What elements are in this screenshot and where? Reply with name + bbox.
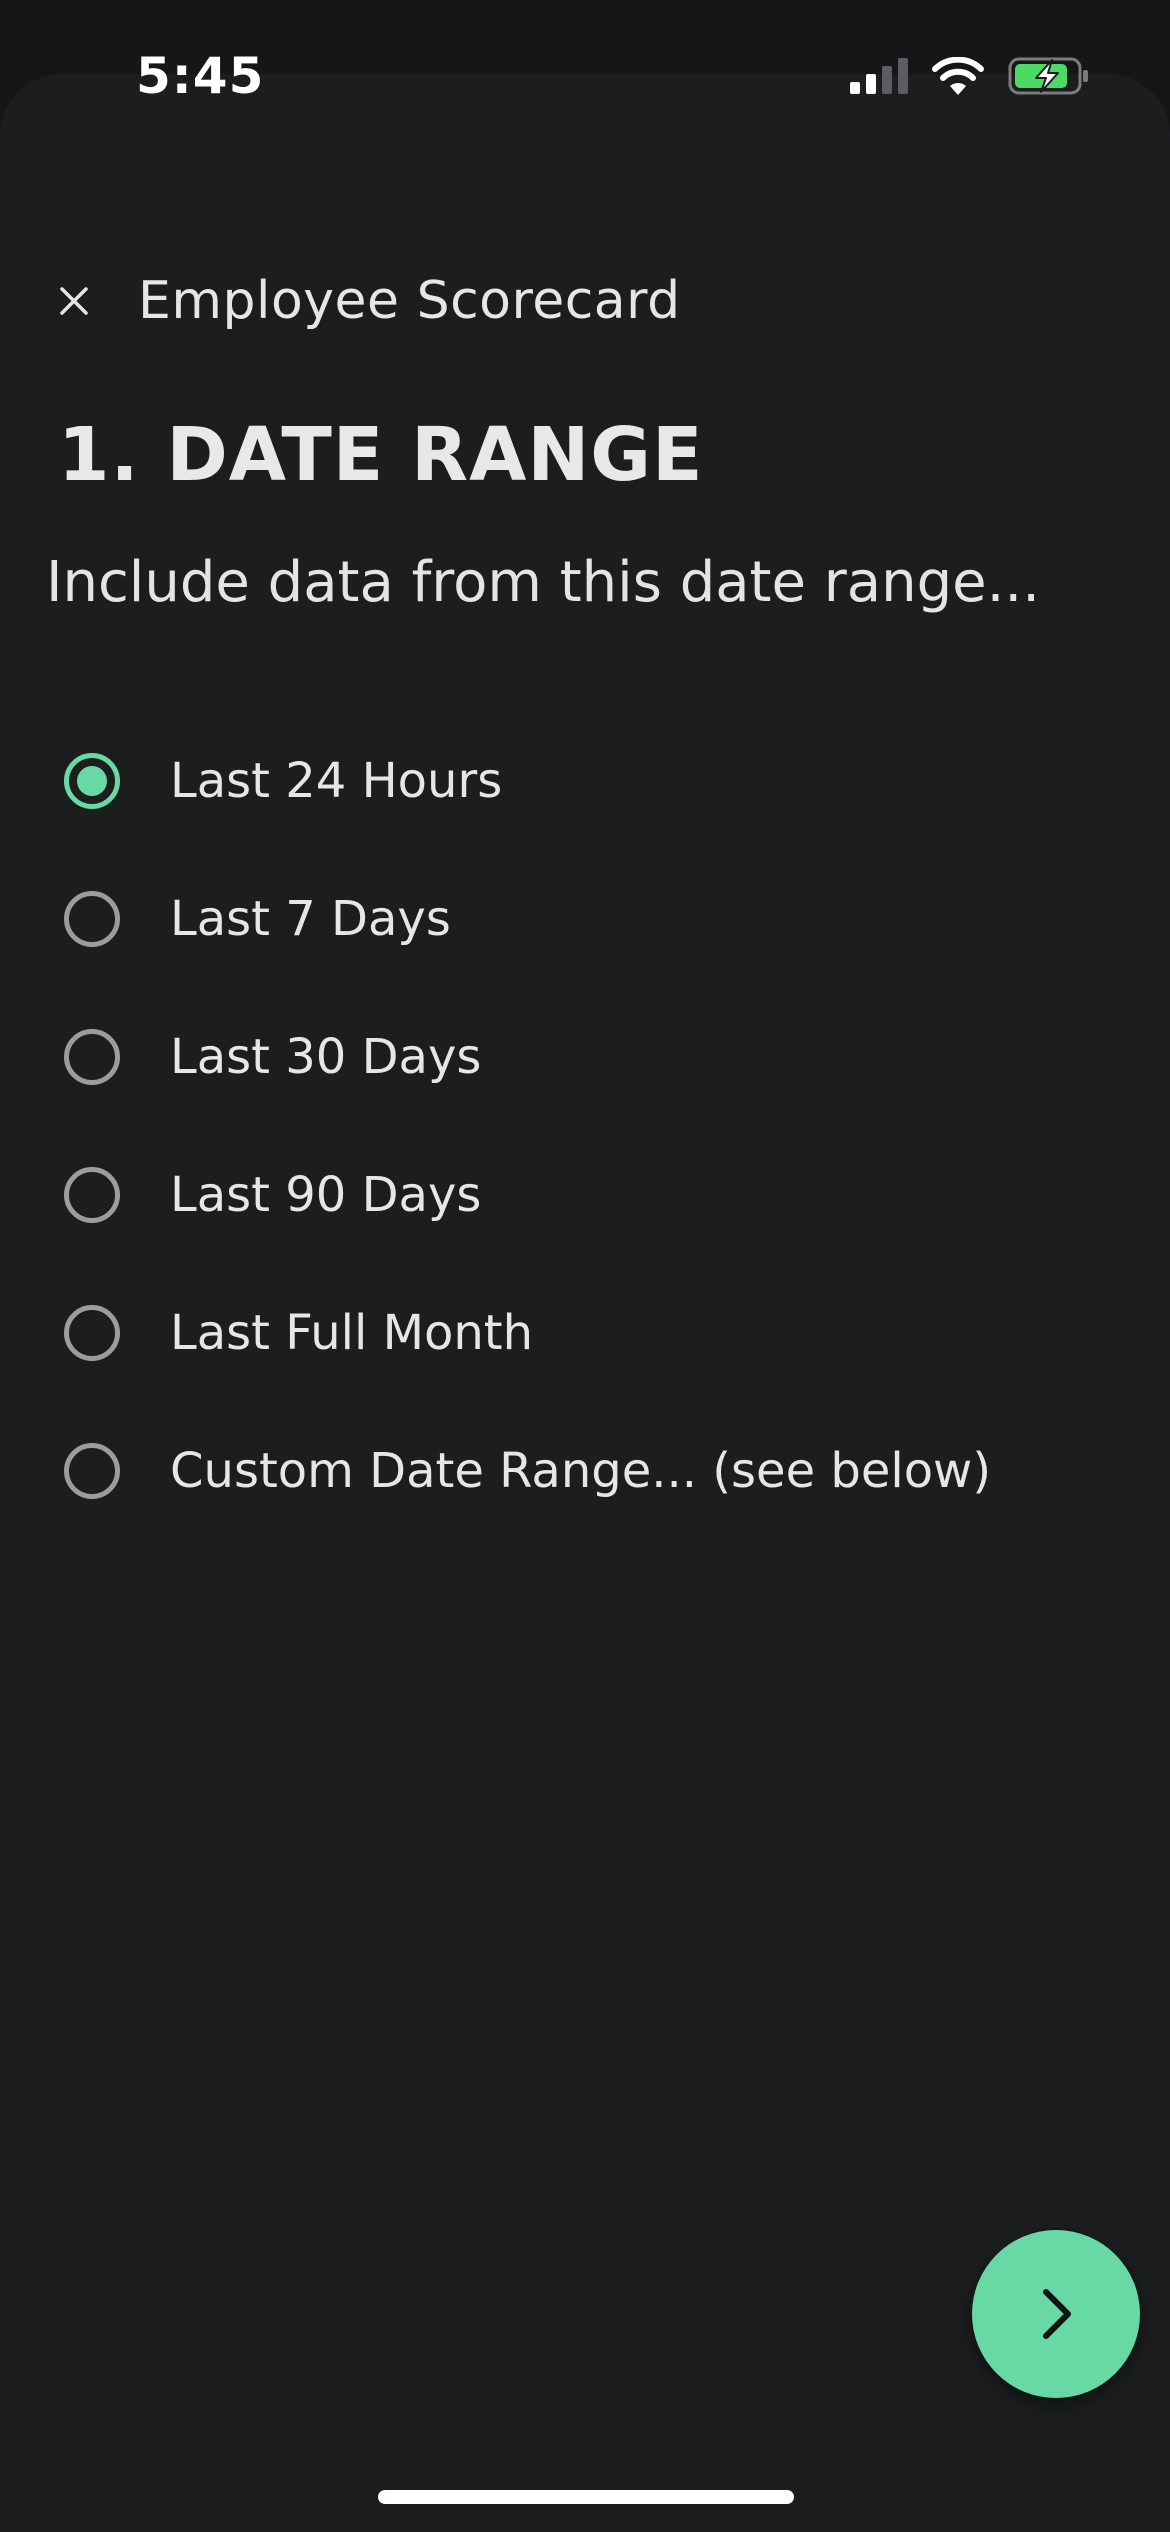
option-label: Custom Date Range... (see below) xyxy=(170,1443,992,1499)
radio-button[interactable] xyxy=(64,1167,120,1223)
section-title: 1. DATE RANGE xyxy=(58,412,704,498)
option-last-full-month[interactable]: Last Full Month xyxy=(64,1264,1114,1402)
wifi-icon xyxy=(932,57,984,95)
header: Employee Scorecard xyxy=(52,266,681,336)
option-label: Last 90 Days xyxy=(170,1167,482,1223)
close-button[interactable] xyxy=(52,279,96,323)
option-label: Last Full Month xyxy=(170,1305,534,1361)
date-range-options: Last 24 Hours Last 7 Days Last 30 Days L… xyxy=(64,712,1114,1540)
section-subtitle: Include data from this date range... xyxy=(46,550,1040,615)
radio-button[interactable] xyxy=(64,753,120,809)
header-title: Employee Scorecard xyxy=(138,271,681,331)
radio-button[interactable] xyxy=(64,1305,120,1361)
option-last-24-hours[interactable]: Last 24 Hours xyxy=(64,712,1114,850)
cellular-signal-icon xyxy=(850,58,908,94)
option-label: Last 30 Days xyxy=(170,1029,482,1085)
chevron-right-icon xyxy=(1043,2289,1071,2339)
radio-button[interactable] xyxy=(64,891,120,947)
next-button[interactable] xyxy=(972,2230,1140,2398)
option-last-30-days[interactable]: Last 30 Days xyxy=(64,988,1114,1126)
close-icon xyxy=(60,287,88,315)
option-last-90-days[interactable]: Last 90 Days xyxy=(64,1126,1114,1264)
battery-charging-icon xyxy=(1008,57,1088,95)
status-time: 5:45 xyxy=(136,47,265,105)
option-custom-date-range[interactable]: Custom Date Range... (see below) xyxy=(64,1402,1114,1540)
option-last-7-days[interactable]: Last 7 Days xyxy=(64,850,1114,988)
radio-button[interactable] xyxy=(64,1029,120,1085)
option-label: Last 7 Days xyxy=(170,891,451,947)
option-label: Last 24 Hours xyxy=(170,753,503,809)
home-indicator xyxy=(378,2490,794,2504)
status-icons xyxy=(850,52,1090,100)
radio-button[interactable] xyxy=(64,1443,120,1499)
